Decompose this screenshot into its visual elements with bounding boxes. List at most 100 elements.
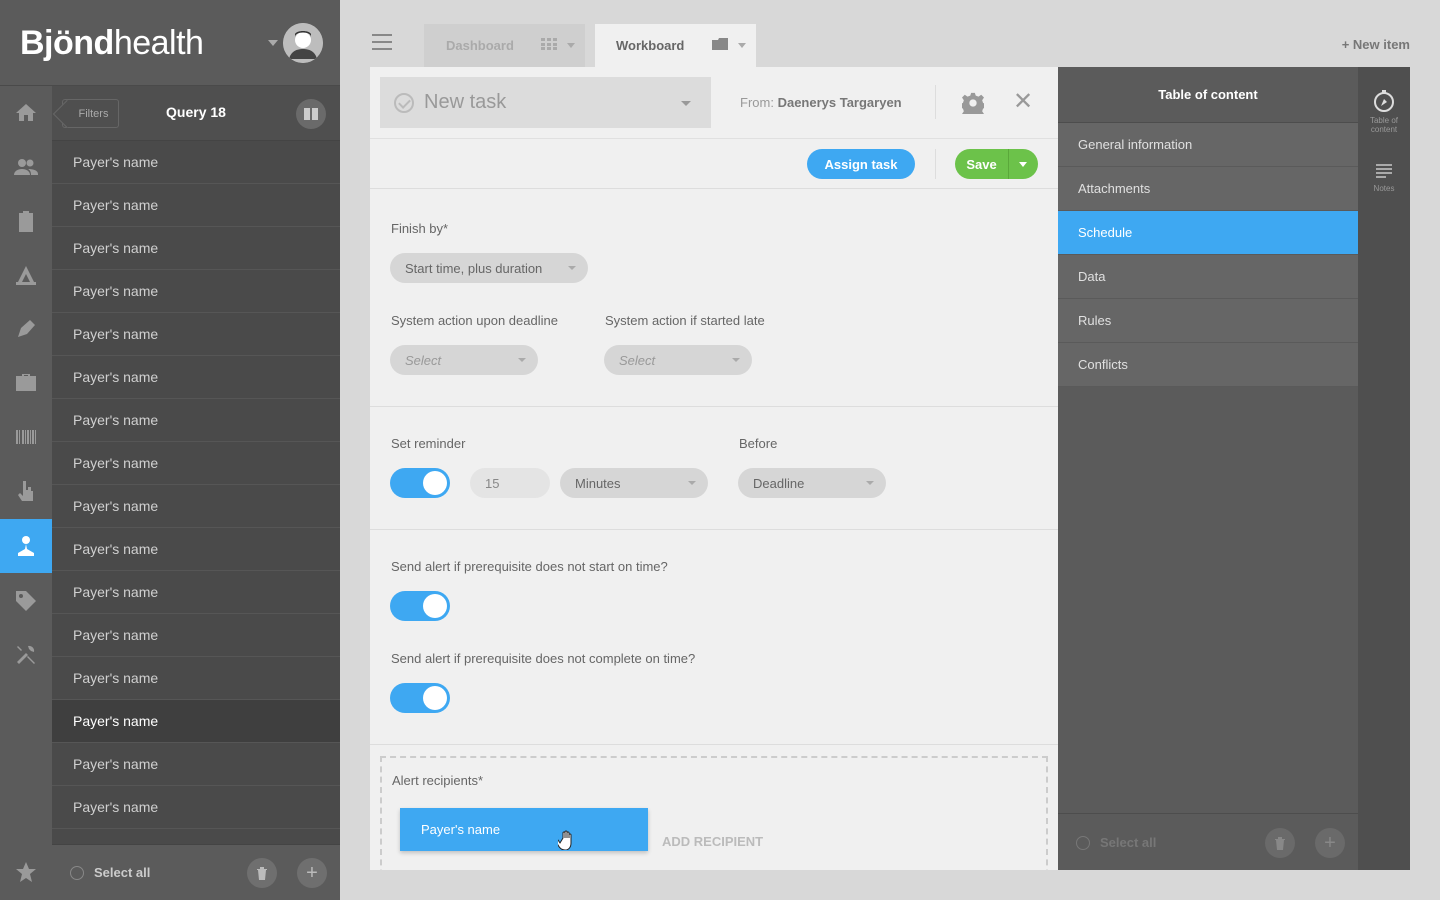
barcode-icon [16, 430, 36, 444]
toc-tool-button[interactable]: Table of content [1358, 89, 1410, 134]
briefcase-nav-item[interactable] [0, 356, 52, 410]
list-item[interactable]: Payer's name [52, 528, 340, 571]
compass-icon [1374, 90, 1394, 112]
chevron-down-icon [568, 266, 576, 270]
toc-delete-button[interactable] [1265, 828, 1295, 858]
chevron-down-icon[interactable] [268, 40, 278, 46]
alert-start-toggle[interactable] [390, 591, 450, 621]
add-recipient-button[interactable]: ADD RECIPIENT [662, 834, 763, 849]
before-select[interactable]: Deadline [738, 468, 886, 498]
list-item[interactable]: Payer's name [52, 356, 340, 399]
notes-tool-button[interactable]: Notes [1358, 161, 1410, 193]
touch-nav-item[interactable] [0, 464, 52, 518]
clipboard-nav-item[interactable] [0, 194, 52, 248]
list-item[interactable]: Payer's name [52, 786, 340, 829]
tools-nav-item[interactable] [0, 628, 52, 682]
add-button[interactable]: + [297, 858, 327, 888]
toc-item[interactable]: Schedule [1058, 211, 1358, 255]
favorites-nav-item[interactable] [0, 845, 52, 899]
toc-select-all[interactable]: Select all [1076, 835, 1156, 850]
gear-icon[interactable] [962, 92, 984, 114]
list-item[interactable]: Payer's name [52, 313, 340, 356]
finish-by-select[interactable]: Start time, plus duration [390, 253, 588, 283]
toc-add-button[interactable]: + [1315, 828, 1345, 858]
late-action-label: System action if started late [605, 313, 765, 328]
workflow-nav-item[interactable] [0, 519, 52, 573]
pen-nav-item[interactable] [0, 302, 52, 356]
chevron-down-icon[interactable] [738, 43, 746, 48]
toc-item[interactable]: General information [1058, 123, 1358, 167]
toc-item[interactable]: Conflicts [1058, 343, 1358, 387]
side-tools: Table of content Notes [1358, 67, 1410, 870]
list-item[interactable]: Payer's name [52, 141, 340, 184]
icon-rail [0, 0, 52, 900]
tab-workboard[interactable]: Workboard [595, 24, 756, 67]
chevron-down-icon [681, 101, 691, 106]
deadline-section: Finish by* Start time, plus duration Sys… [370, 189, 1058, 407]
finish-by-label: Finish by* [391, 221, 449, 236]
reminder-amount-input[interactable]: 15 [470, 468, 550, 498]
notes-icon [1376, 164, 1392, 178]
tools-icon [17, 645, 35, 664]
alert-start-label: Send alert if prerequisite does not star… [391, 559, 668, 574]
book-button[interactable] [296, 99, 326, 129]
deadline-action-select[interactable]: Select [390, 345, 538, 375]
hamburger-menu-icon[interactable] [372, 34, 392, 50]
reminder-toggle[interactable] [390, 468, 450, 498]
reminder-label: Set reminder [391, 436, 466, 451]
user-avatar-icon [283, 23, 323, 63]
list-item[interactable]: Payer's name [52, 743, 340, 786]
list-item[interactable]: Payer's name [52, 442, 340, 485]
chevron-down-icon [518, 358, 526, 362]
recipients-label: Alert recipients* [392, 773, 484, 788]
list-item[interactable]: Payer's name [52, 227, 340, 270]
avatar[interactable] [283, 23, 323, 63]
toc-item[interactable]: Attachments [1058, 167, 1358, 211]
stamp-icon [16, 266, 36, 285]
list-item[interactable]: Payer's name [52, 399, 340, 442]
alert-complete-toggle[interactable] [390, 683, 450, 713]
hand-pointer-icon [18, 481, 33, 501]
people-nav-item[interactable] [0, 140, 52, 194]
toc-item[interactable]: Rules [1058, 299, 1358, 343]
save-button[interactable]: Save [955, 149, 1038, 179]
grab-hand-icon [558, 830, 572, 850]
list-item[interactable]: Payer's name [52, 184, 340, 227]
home-nav-item[interactable] [0, 86, 52, 140]
task-form: New task From: Daenerys Targaryen ✕ Assi… [370, 67, 1058, 870]
query-list-panel: Filters Query 18 Payer's name Payer's nam… [52, 86, 340, 900]
new-item-button[interactable]: + New item [1342, 37, 1410, 52]
tag-nav-item[interactable] [0, 574, 52, 628]
plus-icon: + [306, 861, 318, 884]
brand-logo[interactable]: Bjöndhealth [20, 24, 204, 63]
radio-icon [70, 865, 84, 880]
task-type-select[interactable]: New task [380, 77, 711, 128]
task-from: From: Daenerys Targaryen [740, 95, 902, 110]
star-icon [16, 862, 36, 882]
grid-icon [541, 38, 557, 50]
list-item[interactable]: Payer's name [52, 270, 340, 313]
alert-complete-label: Send alert if prerequisite does not comp… [391, 651, 696, 666]
tag-icon [16, 591, 36, 611]
tab-dashboard[interactable]: Dashboard [424, 24, 585, 67]
late-action-select[interactable]: Select [604, 345, 752, 375]
reminder-unit-select[interactable]: Minutes [560, 468, 708, 498]
list-item[interactable]: Payer's name [52, 657, 340, 700]
assign-task-button[interactable]: Assign task [807, 149, 915, 179]
home-icon [16, 104, 36, 121]
toc-item[interactable]: Data [1058, 255, 1358, 299]
briefcase-icon [16, 374, 36, 391]
save-options-dropdown[interactable] [1008, 149, 1038, 179]
stamp-nav-item[interactable] [0, 248, 52, 302]
list-item[interactable]: Payer's name [52, 700, 340, 743]
delete-button[interactable] [247, 858, 277, 888]
list-item[interactable]: Payer's name [52, 571, 340, 614]
plus-icon: + [1324, 831, 1336, 854]
chevron-down-icon[interactable] [567, 43, 575, 48]
barcode-nav-item[interactable] [0, 410, 52, 464]
list-item[interactable]: Payer's name [52, 485, 340, 528]
close-icon[interactable]: ✕ [1013, 90, 1033, 114]
recipient-chip[interactable]: Payer's name [400, 808, 648, 851]
select-all-toggle[interactable]: Select all [70, 865, 150, 880]
list-item[interactable]: Payer's name [52, 614, 340, 657]
